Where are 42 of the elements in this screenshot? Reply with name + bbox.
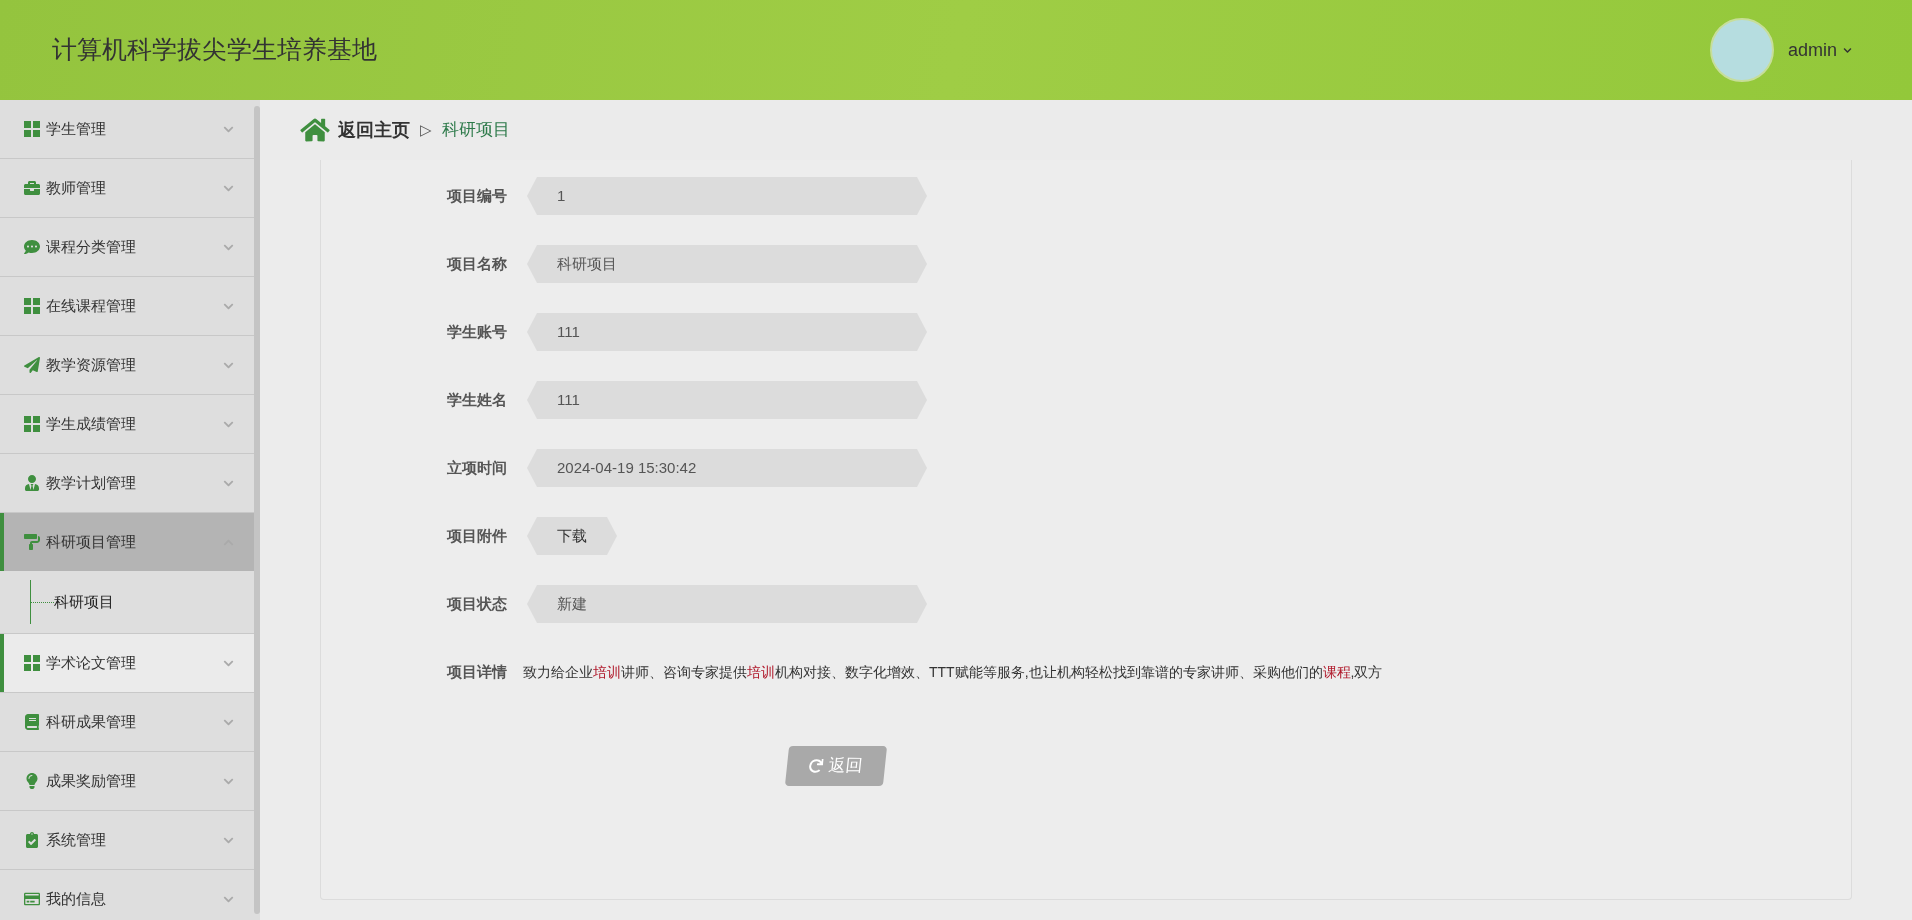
paint-roller-icon xyxy=(24,534,40,550)
user-icon xyxy=(24,475,40,491)
breadcrumb-current: 科研项目 xyxy=(442,119,510,142)
sidebar-item[interactable]: 科研项目管理 xyxy=(0,513,254,571)
clipboard-icon xyxy=(24,832,40,848)
input-field[interactable]: 科研项目 xyxy=(527,245,927,283)
grid-icon xyxy=(24,655,40,671)
grid-icon xyxy=(24,416,40,432)
download-button[interactable]: 下载 xyxy=(527,517,617,555)
scrollbar[interactable] xyxy=(254,106,260,914)
paper-plane-icon xyxy=(24,357,40,373)
field-label: 立项时间 xyxy=(447,457,508,478)
input-field[interactable]: 2024-04-19 15:30:42 xyxy=(527,449,927,487)
tree-line xyxy=(30,580,54,624)
home-icon xyxy=(300,117,330,143)
home-link[interactable]: 返回主页 xyxy=(338,116,410,144)
caret-icon xyxy=(1843,45,1852,55)
refresh-icon xyxy=(808,759,824,773)
card-icon xyxy=(24,891,40,907)
breadcrumb-separator: ▷ xyxy=(420,119,432,140)
site-title: 计算机科学拔尖学生培养基地 xyxy=(52,34,378,66)
detail-text: 致力给企业培训讲师、咨询专家提供培训机构对接、数字化增效、TTT赋能等服务,也让机构轻松找到靠谱的专家讲师、采购他们的课程,双方 xyxy=(523,662,1383,682)
input-field[interactable]: 1 xyxy=(527,177,927,215)
input-field[interactable]: 111 xyxy=(527,381,927,419)
sidebar-subitem[interactable]: 科研项目 xyxy=(54,590,114,614)
input-field[interactable]: 新建 xyxy=(527,585,927,623)
field-label: 项目名称 xyxy=(447,253,508,274)
chat-icon xyxy=(24,239,40,255)
input-field[interactable]: 111 xyxy=(527,313,927,351)
sidebar-item[interactable]: 学术论文管理 xyxy=(0,634,254,692)
field-label: 学生姓名 xyxy=(447,389,508,410)
book-icon xyxy=(24,714,40,730)
lightbulb-icon xyxy=(24,773,40,789)
briefcase-icon xyxy=(24,180,40,196)
field-label: 项目附件 xyxy=(447,525,508,546)
field-label: 项目详情 xyxy=(447,661,508,682)
user-menu[interactable]: admin xyxy=(1787,36,1852,64)
field-label: 项目状态 xyxy=(447,593,508,614)
field-label: 学生账号 xyxy=(447,321,508,342)
grid-icon xyxy=(24,121,40,137)
field-label: 项目编号 xyxy=(447,185,508,206)
grid-icon xyxy=(24,298,40,314)
